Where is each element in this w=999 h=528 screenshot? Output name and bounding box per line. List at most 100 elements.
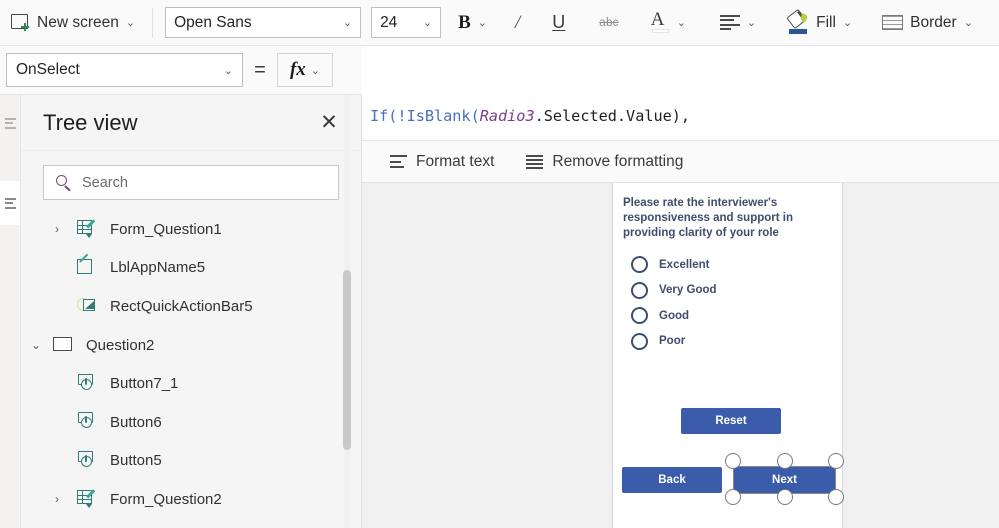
font-size-select[interactable]: 24 ⌄ [371, 7, 442, 38]
chevron-down-icon: ⌄ [963, 17, 973, 29]
radio-option-very-good[interactable]: Very Good [631, 278, 717, 304]
search-placeholder: Search [82, 174, 128, 191]
button-icon [77, 373, 101, 394]
formula-line-1: If(!IsBlank(Radio3.Selected.Value), [370, 104, 999, 130]
tree-item-button6[interactable]: ›Button6 [21, 403, 361, 442]
property-value: OnSelect [16, 61, 80, 78]
new-screen-button[interactable]: New screen ⌄ [4, 6, 142, 39]
chevron-right-icon[interactable]: › [55, 493, 77, 505]
tree-item-label: Button6 [110, 413, 162, 431]
tree-item-label: Form_Question1 [110, 220, 222, 238]
format-text-button[interactable]: Format text [380, 147, 504, 177]
chevron-down-icon: ⌄ [342, 17, 353, 29]
back-button[interactable]: Back [622, 467, 722, 493]
formula-token: If(!IsBlank( [370, 107, 480, 125]
strikethrough-button[interactable]: abc [592, 6, 625, 39]
tree-item-form_question2[interactable]: › Form_Question2 [21, 480, 361, 519]
resize-handle-bottom-left[interactable] [725, 489, 741, 505]
search-input[interactable]: Search [43, 165, 339, 200]
app-screen-preview[interactable]: Please rate the interviewer's responsive… [612, 183, 844, 528]
remove-formatting-icon [526, 154, 544, 169]
formula-format-bar: Format text Remove formatting [362, 141, 999, 183]
format-text-icon [390, 155, 407, 168]
tree-item-lblappname5[interactable]: ›LblAppName5 [21, 249, 361, 288]
chevron-down-icon: ⌄ [223, 64, 233, 77]
radio-option-label: Excellent [659, 258, 710, 271]
scrollbar-thumb[interactable] [343, 270, 351, 450]
tree-view-panel: Tree view ✕ Search › Form_Question1 ›LblAp… [21, 95, 362, 528]
radio-option-excellent[interactable]: Excellent [631, 252, 717, 278]
radio-option-good[interactable]: Good [631, 303, 717, 329]
fill-label: Fill [816, 13, 836, 31]
bold-button[interactable]: B ⌄ [451, 6, 494, 39]
bold-icon: B [458, 11, 471, 33]
underline-button[interactable]: U [545, 6, 572, 39]
chevron-down-icon: ⌄ [842, 17, 853, 29]
equals-sign: = [254, 58, 266, 81]
tree-item-label: Question2 [86, 336, 155, 354]
rail-button-insert[interactable] [0, 181, 20, 225]
reset-button[interactable]: Reset [681, 408, 781, 434]
formula-editor[interactable]: If(!IsBlank(Radio3.Selected.Value), Navi… [362, 46, 999, 141]
radio-option-label: Good [659, 309, 690, 322]
new-screen-label: New screen [37, 13, 119, 31]
fx-button[interactable]: fx ⌄ [277, 53, 333, 87]
font-color-icon: A [651, 10, 670, 34]
tree-item-button7_1[interactable]: ›Button7_1 [21, 364, 361, 403]
tree-item-label: Button5 [110, 452, 162, 470]
border-label: Border [910, 13, 957, 31]
form-icon [77, 219, 101, 239]
remove-formatting-button[interactable]: Remove formatting [516, 147, 693, 177]
tree-item-label: Form_Question2 [110, 490, 222, 508]
chevron-down-icon: ⌄ [125, 17, 136, 29]
radio-circle-icon[interactable] [631, 332, 648, 350]
insert-icon [4, 197, 16, 209]
strikethrough-icon: abc [599, 16, 619, 29]
radio-circle-icon[interactable] [631, 256, 648, 274]
font-color-button[interactable]: A ⌄ [644, 6, 693, 39]
property-bar: OnSelect ⌄ = fx ⌄ [0, 46, 362, 95]
button-icon [77, 450, 101, 471]
align-left-icon [719, 15, 740, 30]
chevron-down-icon[interactable]: ⌄ [31, 339, 53, 351]
text-align-button[interactable]: ⌄ [713, 6, 763, 39]
radio-circle-icon[interactable] [631, 307, 648, 325]
rail-button-tree-view[interactable] [0, 101, 20, 145]
form-icon [77, 489, 101, 509]
tree-view-title: Tree view [43, 109, 138, 135]
tree-item-question2[interactable]: ⌄ Question2 [21, 326, 361, 365]
tree-item-label: RectQuickActionBar5 [110, 297, 253, 315]
resize-handle-bottom-center[interactable] [776, 489, 793, 505]
top-ribbon: New screen ⌄ Open Sans ⌄ 24 ⌄ B ⌄ / U ab… [0, 0, 999, 46]
radio-circle-icon[interactable] [631, 281, 648, 299]
radio-option-label: Very Good [659, 284, 717, 297]
new-screen-icon [11, 14, 30, 31]
radio-option-poor[interactable]: Poor [631, 329, 717, 355]
tree-item-button5[interactable]: ›Button5 [21, 442, 361, 481]
question-title: Please rate the interviewer's responsive… [623, 197, 793, 239]
chevron-right-icon[interactable]: › [55, 223, 77, 235]
fill-button[interactable]: Fill ⌄ [781, 6, 859, 39]
border-button[interactable]: Border ⌄ [875, 6, 980, 39]
font-family-select[interactable]: Open Sans ⌄ [165, 7, 362, 38]
tree-view-scrollbar[interactable] [343, 95, 351, 528]
italic-button[interactable]: / [508, 6, 527, 39]
label-icon [77, 253, 101, 278]
left-rail [0, 95, 21, 528]
radio-group[interactable]: Excellent Very Good Good Poor [631, 252, 717, 354]
underline-icon: U [552, 12, 566, 32]
close-icon[interactable]: ✕ [317, 112, 341, 133]
resize-handle-top-center[interactable] [776, 453, 793, 469]
chevron-down-icon: ⌄ [310, 64, 321, 77]
italic-icon: / [514, 11, 521, 33]
border-icon [882, 15, 904, 30]
resize-handle-top-left[interactable] [725, 453, 741, 469]
formula-token: Radio3 [479, 107, 535, 125]
tree-item-form_question1[interactable]: › Form_Question1 [21, 210, 361, 249]
tree-item-rectquickactionbar5[interactable]: ›RectQuickActionBar5 [21, 287, 361, 326]
screen-icon [53, 335, 77, 355]
resize-handle-top-right[interactable] [828, 453, 844, 469]
resize-handle-bottom-right[interactable] [828, 489, 844, 505]
tree-view-icon [4, 117, 16, 129]
property-select[interactable]: OnSelect ⌄ [6, 53, 243, 87]
